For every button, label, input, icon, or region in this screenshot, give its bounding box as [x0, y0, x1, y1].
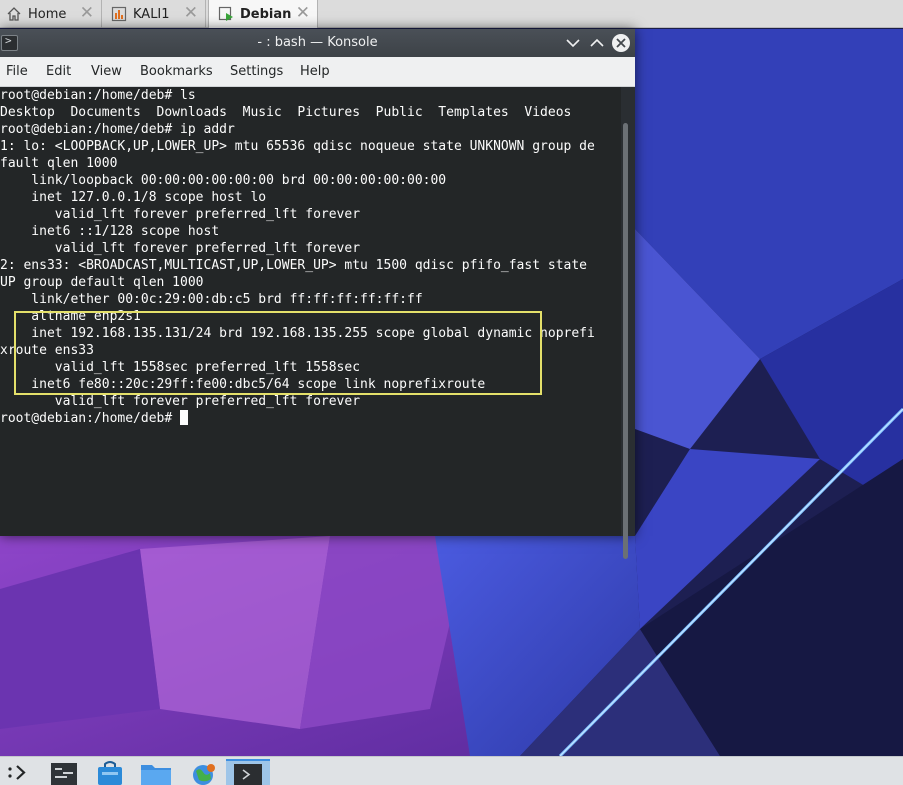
system-settings-icon[interactable] [48, 759, 80, 785]
terminal-line: UP group default qlen 1000 [0, 275, 204, 290]
terminal-line: link/loopback 00:00:00:00:00:00 brd 00:0… [0, 173, 447, 188]
konsole-task-button[interactable] [226, 759, 270, 785]
terminal-line: valid_lft forever preferred_lft forever [0, 394, 361, 409]
terminal-line: root@debian:/home/deb# ip addr [0, 122, 235, 137]
terminal-prompt-line[interactable]: root@debian:/home/deb# [0, 410, 189, 427]
tab-label: Debian [240, 6, 292, 22]
close-icon[interactable]: ✕ [296, 4, 310, 22]
menu-view[interactable]: View [91, 64, 122, 79]
home-icon [7, 7, 21, 21]
taskbar [0, 756, 903, 785]
terminal-line: inet6 ::1/128 scope host [0, 224, 220, 239]
konsole-task-icon [234, 764, 262, 785]
scrollbar-handle[interactable] [623, 123, 628, 559]
terminal-line: root@debian:/home/deb# ls [0, 88, 196, 103]
terminal-scrollbar[interactable] [621, 87, 635, 559]
close-icon[interactable]: ✕ [80, 4, 94, 22]
tab-debian[interactable]: Debian ✕ [208, 0, 318, 28]
terminal-line: valid_lft forever preferred_lft forever [0, 207, 361, 222]
web-browser-icon[interactable] [187, 759, 219, 785]
dolphin-folder-icon[interactable] [139, 759, 173, 785]
close-button[interactable] [610, 32, 632, 54]
app-launcher-icon[interactable] [4, 759, 32, 785]
menu-settings[interactable]: Settings [230, 64, 283, 79]
vm-tab-bar: Home ✕ KALI1 ✕ Debian ✕ [0, 0, 903, 28]
konsole-window: > - : bash — Konsole File Edit View Book… [0, 29, 635, 559]
menu-bar: File Edit View Bookmarks Settings Help [0, 57, 635, 87]
discover-store-icon[interactable] [94, 759, 126, 785]
menu-help[interactable]: Help [300, 64, 330, 79]
vm-icon [111, 6, 127, 22]
minimize-button[interactable] [562, 32, 584, 54]
terminal-line: valid_lft forever preferred_lft forever [0, 241, 361, 256]
tab-kali1[interactable]: KALI1 ✕ [103, 0, 206, 28]
terminal-line: fault qlen 1000 [0, 156, 118, 171]
terminal-line: link/ether 00:0c:29:00:db:c5 brd ff:ff:f… [0, 292, 423, 307]
close-icon[interactable]: ✕ [184, 4, 198, 22]
terminal-output[interactable]: root@debian:/home/deb# ls Desktop Docume… [0, 87, 621, 536]
tab-label: Home [28, 6, 67, 22]
menu-file[interactable]: File [6, 64, 28, 79]
menu-edit[interactable]: Edit [46, 64, 71, 79]
terminal-prompt: root@debian:/home/deb# [0, 411, 181, 426]
maximize-button[interactable] [586, 32, 608, 54]
tab-home[interactable]: Home ✕ [0, 0, 102, 28]
menu-bookmarks[interactable]: Bookmarks [140, 64, 213, 79]
terminal-line: 2: ens33: <BROADCAST,MULTICAST,UP,LOWER_… [0, 258, 587, 273]
window-titlebar[interactable]: > - : bash — Konsole [0, 29, 635, 57]
window-title: - : bash — Konsole [257, 35, 378, 50]
terminal-cursor [180, 410, 189, 425]
tab-label: KALI1 [133, 6, 170, 22]
terminal-line: inet 127.0.0.1/8 scope host lo [0, 190, 267, 205]
terminal-line: 1: lo: <LOOPBACK,UP,LOWER_UP> mtu 65536 … [0, 139, 595, 154]
terminal-line: Desktop Documents Downloads Music Pictur… [0, 105, 572, 120]
annotation-highlight-box [14, 311, 542, 395]
vm-running-icon [218, 6, 233, 21]
